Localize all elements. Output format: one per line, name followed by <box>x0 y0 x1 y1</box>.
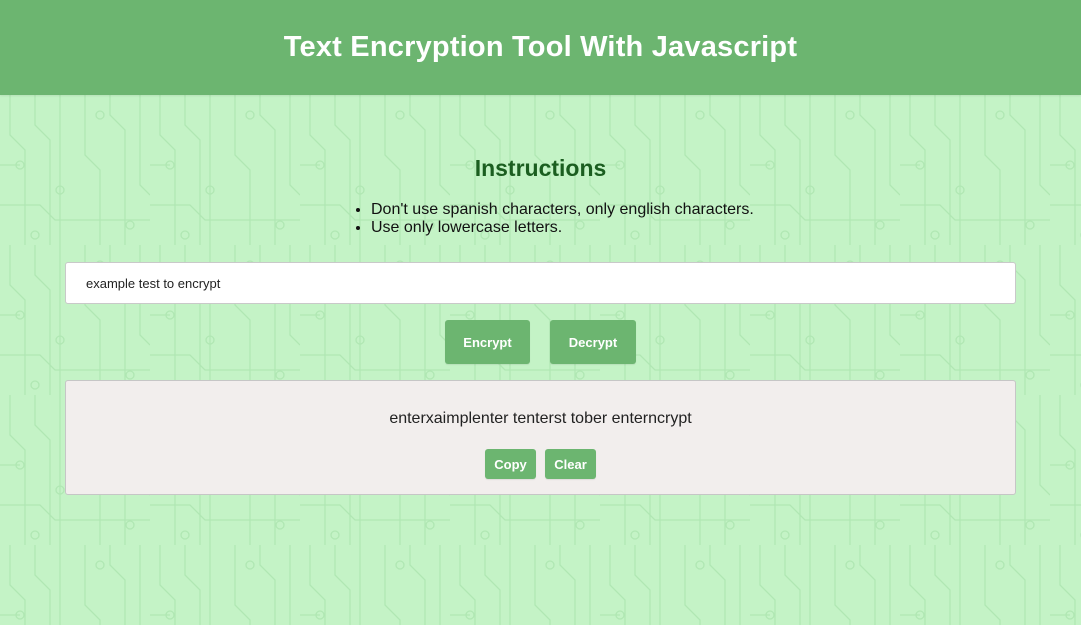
encrypt-button[interactable]: Encrypt <box>445 320 530 364</box>
instructions-section: Instructions Don't use spanish character… <box>0 155 1081 236</box>
instruction-item: Use only lowercase letters. <box>371 219 754 237</box>
clear-button[interactable]: Clear <box>545 449 596 479</box>
instruction-item: Don't use spanish characters, only engli… <box>371 201 754 219</box>
result-panel: enterxaimplenter tenterst tober enterncr… <box>65 380 1016 495</box>
page-title: Text Encryption Tool With Javascript <box>283 31 798 63</box>
instructions-title: Instructions <box>474 155 607 181</box>
copy-button[interactable]: Copy <box>485 449 536 479</box>
decrypt-button[interactable]: Decrypt <box>550 320 636 364</box>
instructions-list: Don't use spanish characters, only engli… <box>371 201 754 237</box>
text-input[interactable] <box>65 262 1016 304</box>
result-text: enterxaimplenter tenterst tober enterncr… <box>389 410 692 427</box>
app-header: Text Encryption Tool With Javascript <box>0 0 1081 95</box>
